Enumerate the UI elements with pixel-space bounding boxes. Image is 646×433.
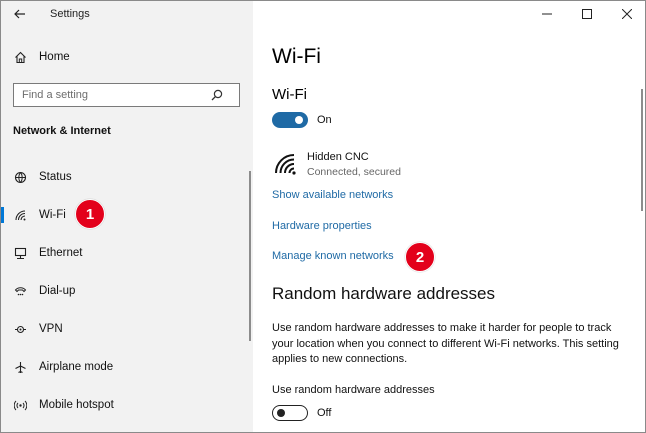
vpn-icon [13,322,27,336]
sidebar: Settings Home Network & Internet Status [1,1,253,432]
wifi-icon [13,208,27,222]
toggle-knob [295,116,303,124]
search-input[interactable] [14,89,209,101]
airplane-icon [13,360,27,374]
random-addresses-heading: Random hardware addresses [272,284,496,303]
window-controls [527,1,645,27]
sidebar-item-label: Status [39,171,72,183]
back-button[interactable] [7,3,33,25]
network-status: Connected, secured [307,166,401,178]
sidebar-item-label: Home [39,51,70,63]
sidebar-item-dialup[interactable]: Dial-up [1,275,253,307]
dialup-icon [13,284,27,298]
wifi-toggle[interactable] [272,112,308,128]
close-icon [622,9,632,19]
main-content: Wi-Fi Wi-Fi On Hidden CNC Connected, sec… [253,1,645,432]
sidebar-item-status[interactable]: Status [1,161,253,193]
title-bar: Settings [1,1,253,27]
show-available-networks-link[interactable]: Show available networks [272,189,393,201]
sidebar-item-label: VPN [39,323,63,335]
sidebar-scrollbar[interactable] [249,171,251,341]
back-arrow-icon [14,9,25,19]
hardware-properties-link[interactable]: Hardware properties [272,220,372,232]
sidebar-item-label: Wi-Fi [39,209,66,221]
settings-window: Settings Home Network & Internet Status [0,0,646,433]
sidebar-item-label: Dial-up [39,285,76,297]
random-addresses-description: Use random hardware addresses to make it… [272,322,619,365]
wifi-section-heading: Wi-Fi [272,86,307,103]
minimize-button[interactable] [527,1,567,27]
search-box[interactable] [13,83,240,107]
network-name: Hidden CNC [307,151,369,163]
close-button[interactable] [607,1,645,27]
maximize-button[interactable] [567,1,607,27]
sidebar-item-airplane-mode[interactable]: Airplane mode [1,351,253,383]
sidebar-item-wifi[interactable]: Wi-Fi [1,199,253,231]
ethernet-icon [13,246,27,260]
globe-status-icon [13,170,27,184]
random-addresses-toggle-label: Off [317,407,332,419]
hotspot-icon [13,398,27,412]
wifi-signal-icon [275,154,296,175]
random-addresses-field-label: Use random hardware addresses [272,384,435,396]
home-icon [13,50,27,64]
sidebar-item-label: Mobile hotspot [39,399,114,411]
sidebar-item-label: Ethernet [39,247,83,259]
sidebar-item-home[interactable]: Home [1,41,253,73]
main-scrollbar[interactable] [641,89,643,211]
random-addresses-toggle[interactable] [272,405,308,421]
maximize-icon [582,9,592,19]
toggle-knob [277,408,285,417]
app-title: Settings [50,8,90,20]
manage-known-networks-link[interactable]: Manage known networks [272,250,394,262]
wifi-toggle-label: On [317,114,332,126]
sidebar-item-mobile-hotspot[interactable]: Mobile hotspot [1,389,253,421]
selection-indicator [1,207,4,223]
sidebar-item-ethernet[interactable]: Ethernet [1,237,253,269]
search-icon[interactable] [209,87,225,103]
sidebar-item-label: Airplane mode [39,361,114,373]
annotation-badge-1: 1 [75,199,105,229]
annotation-badge-2: 2 [405,242,435,272]
section-header: Network & Internet [13,125,111,137]
minimize-icon [542,13,552,15]
page-title: Wi-Fi [272,45,321,68]
sidebar-item-vpn[interactable]: VPN [1,313,253,345]
